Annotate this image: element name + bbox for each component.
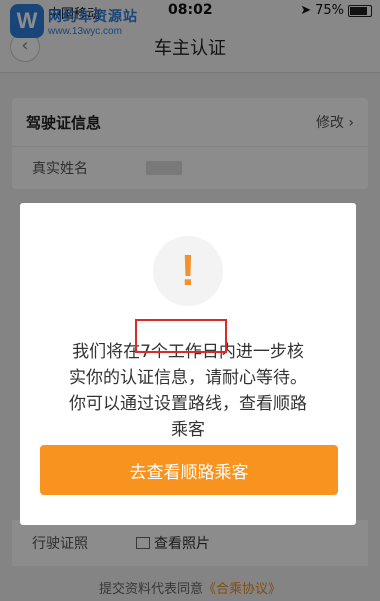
view-passengers-button[interactable]: 去查看顺路乘客 bbox=[40, 445, 338, 495]
red-highlight-box bbox=[135, 319, 227, 353]
alert-circle: ! bbox=[153, 236, 223, 306]
verification-dialog: ! 我们将在7个工作日内进一步核 实你的认证信息，请耐心等待。 你可以通过设置路… bbox=[20, 203, 356, 525]
modal-overlay[interactable]: ! 我们将在7个工作日内进一步核 实你的认证信息，请耐心等待。 你可以通过设置路… bbox=[0, 0, 380, 601]
exclamation-icon: ! bbox=[180, 246, 196, 295]
dialog-message-line: 你可以通过设置路线，查看顺路 bbox=[69, 394, 307, 414]
dialog-message-line: 实你的认证信息，请耐心等待。 bbox=[69, 368, 307, 388]
dialog-message-line: 乘客 bbox=[171, 420, 205, 440]
